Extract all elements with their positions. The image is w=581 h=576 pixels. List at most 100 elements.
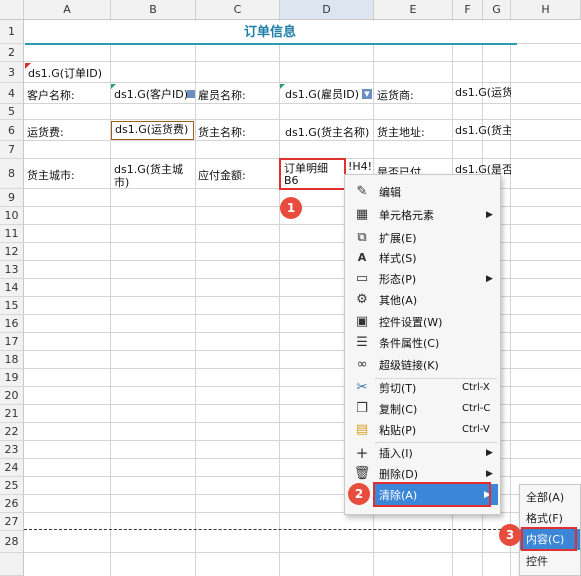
cell-a6[interactable]: 运货费: [27,124,111,140]
row-header-7[interactable]: 7 [0,141,24,159]
dropdown-icon [187,90,195,98]
page-break-line [24,529,581,530]
dropdown-icon: ▼ [362,89,372,99]
cell-c8[interactable]: 应付金额: [198,167,278,183]
form-icon: ▭ [355,271,369,286]
column-header-f[interactable]: F [453,0,483,20]
cell-b6[interactable]: ds1.G(运货费) [111,121,194,140]
gear-icon: ⚙ [356,292,368,307]
submenu-arrow-icon: ▶ [486,447,493,458]
menu-item-paste[interactable]: ▤ 粘贴(P) Ctrl-V [345,419,500,440]
link-icon: ∞ [356,357,368,372]
paste-icon: ▤ [355,422,369,437]
row-header-4[interactable]: 4 [0,83,24,104]
column-header-a[interactable]: A [24,0,111,20]
row-header-14[interactable]: 14 [0,279,24,297]
row-header-21[interactable]: 21 [0,405,24,423]
context-menu: ✎ 编辑 ▦ 单元格元素 ▶ ⧉ 扩展(E) A 样式(S) ▭ 形态(P) ▶… [344,174,501,515]
row-header-6[interactable]: 6 [0,120,24,141]
row-header-25[interactable]: 25 [0,477,24,495]
row-header-26[interactable]: 26 [0,495,24,513]
row-header-27[interactable]: 27 [0,513,24,531]
expand-icon: ⧉ [357,230,367,245]
row-header-19[interactable]: 19 [0,369,24,387]
copy-icon: ❐ [356,401,368,416]
row-header-2[interactable]: 2 [0,44,24,62]
annotation-badge-1: 1 [280,197,302,219]
row-header-10[interactable]: 10 [0,207,24,225]
menu-item-hyperlink[interactable]: ∞ 超级链接(K) [345,354,500,375]
menu-item-form[interactable]: ▭ 形态(P) ▶ [345,268,500,289]
cell-c6[interactable]: 货主名称: [198,124,278,140]
cell-e4[interactable]: 运货商: [377,87,451,103]
scissors-icon: ✂ [356,380,368,395]
selected-cell-outline [279,158,346,190]
cell-a3[interactable]: ds1.G(订单ID) [28,65,112,81]
pencil-icon: ✎ [356,184,368,199]
cell-a4[interactable]: 客户名称: [27,87,111,103]
cell-d8-extra[interactable]: !H4! [348,160,374,173]
cell-d4[interactable]: ds1.G(雇员ID) [285,86,365,102]
submenu-item-widget[interactable]: 控件 [520,551,580,572]
row-header-17[interactable]: 17 [0,333,24,351]
spreadsheet: A B C D E F G H 1 2 3 4 5 6 7 8 9 10 11 … [0,0,581,576]
row-header-24[interactable]: 24 [0,459,24,477]
report-title[interactable]: 订单信息 [25,23,515,43]
menu-item-style[interactable]: A 样式(S) [345,247,500,268]
row-header-23[interactable]: 23 [0,441,24,459]
submenu-item-format[interactable]: 格式(F) [520,508,580,529]
annotation-highlight-clear [373,482,491,507]
cell-d6[interactable]: ds1.G(货主名称) [285,124,373,140]
annotation-highlight-content [521,527,577,551]
column-header-e[interactable]: E [374,0,453,20]
row-header-8[interactable]: 8 [0,159,24,189]
menu-item-cell-element[interactable]: ▦ 单元格元素 ▶ [345,204,500,225]
row-header-1[interactable]: 1 [0,20,24,44]
row-header-11[interactable]: 11 [0,225,24,243]
cell-e6[interactable]: 货主地址: [377,124,451,140]
annotation-badge-2: 2 [348,483,370,505]
column-header-c[interactable]: C [196,0,280,20]
column-header-b[interactable]: B [111,0,196,20]
menu-item-other[interactable]: ⚙ 其他(A) [345,289,500,310]
menu-item-copy[interactable]: ❐ 复制(C) Ctrl-C [345,398,500,419]
submenu-arrow-icon: ▶ [486,273,493,284]
menu-item-delete[interactable]: 🗑 删除(D) ▶ [345,463,500,484]
row-header-29[interactable] [0,553,24,576]
row-header-28[interactable]: 28 [0,531,24,553]
row-header-13[interactable]: 13 [0,261,24,279]
menu-item-expand[interactable]: ⧉ 扩展(E) [345,227,500,248]
cell-f4[interactable]: ds1.G(运货 [455,84,511,100]
widget-icon: ▣ [355,314,369,329]
menu-item-condition[interactable]: ☰ 条件属性(C) [345,332,500,353]
row-header-9[interactable]: 9 [0,189,24,207]
row-header-22[interactable]: 22 [0,423,24,441]
menu-item-cut[interactable]: ✂ 剪切(T) Ctrl-X [345,377,500,398]
column-header-d[interactable]: D [280,0,374,20]
column-header-h[interactable]: H [511,0,581,20]
cell-a8[interactable]: 货主城市: [27,167,111,183]
row-header-20[interactable]: 20 [0,387,24,405]
row-header-5[interactable]: 5 [0,104,24,120]
menu-item-widget-settings[interactable]: ▣ 控件设置(W) [345,311,500,332]
menu-item-edit[interactable]: ✎ 编辑 [345,181,500,202]
menu-item-insert[interactable]: + 插入(I) ▶ [345,442,500,463]
annotation-badge-3: 3 [499,524,521,546]
column-header-g[interactable]: G [483,0,511,20]
cell-f6[interactable]: ds1.G(货主 [455,122,511,138]
row-header-15[interactable]: 15 [0,297,24,315]
cell-element-icon: ▦ [355,207,369,222]
cell-b4[interactable]: ds1.G(客户ID) [114,86,194,102]
row-header-16[interactable]: 16 [0,315,24,333]
select-all-corner[interactable] [0,0,24,20]
style-icon: A [357,251,367,264]
row-header-18[interactable]: 18 [0,351,24,369]
row-header-3[interactable]: 3 [0,62,24,83]
title-underline [25,43,517,45]
plus-icon: + [355,443,369,462]
submenu-item-all[interactable]: 全部(A) [520,487,580,508]
cell-b8-line2[interactable]: 市) [114,174,194,190]
cell-c4[interactable]: 雇员名称: [198,87,278,103]
row-header-12[interactable]: 12 [0,243,24,261]
condition-icon: ☰ [356,335,368,350]
